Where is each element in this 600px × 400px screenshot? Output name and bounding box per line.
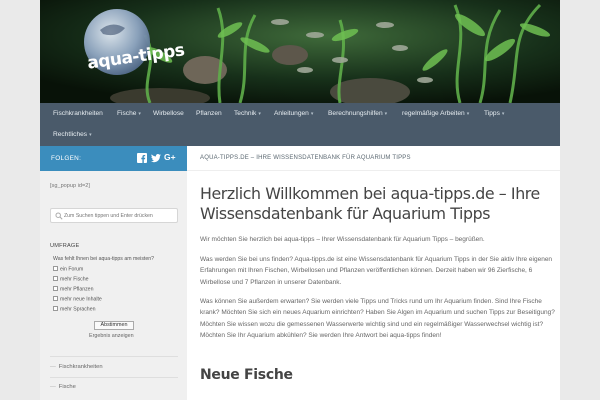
chevron-down-icon: ▾: [466, 111, 470, 117]
poll-option[interactable]: mehr Fische: [53, 276, 89, 283]
chevron-down-icon: ▾: [384, 111, 388, 117]
intro-paragraph: Wir möchten Sie herzlich bei aqua-tipps …: [200, 236, 485, 243]
poll-option[interactable]: mehr Sprachen: [53, 306, 95, 313]
page-title: Herzlich Willkommen bei aqua-tipps.de – …: [200, 184, 540, 223]
page: aqua-tipps Fischkrankheiten Fische ▾ Wirb…: [40, 0, 560, 400]
poll-option[interactable]: mehr Pflanzen: [53, 286, 93, 293]
poll-option[interactable]: mehr neue Inhalte: [53, 296, 102, 303]
nav-item-fischkrankheiten[interactable]: Fischkrankheiten: [53, 110, 103, 117]
nav-item-rechtliches[interactable]: Rechtliches ▾: [53, 131, 92, 138]
poll-option[interactable]: ein Forum: [53, 266, 83, 273]
breadcrumb-text: AQUA-TIPPS.DE – IHRE WISSENSDATENBANK FÜ…: [200, 155, 411, 161]
sidebar-link-fischkrankheiten[interactable]: — Fischkrankheiten: [50, 364, 103, 370]
nav-item-technik[interactable]: Technik ▾: [234, 110, 261, 117]
divider: [50, 356, 178, 357]
section-heading: Neue Fische: [200, 367, 293, 383]
chevron-down-icon: ▾: [310, 111, 314, 117]
chevron-down-icon: ▾: [138, 111, 141, 117]
nav-item-tipps[interactable]: Tipps ▾: [484, 110, 504, 117]
vote-button[interactable]: Abstimmen: [94, 321, 134, 330]
checkbox[interactable]: [53, 276, 58, 281]
nav-item-pflanzen[interactable]: Pflanzen: [196, 110, 222, 117]
main-navigation: Fischkrankheiten Fische ▾ Wirbellose Pfla…: [40, 103, 560, 146]
nav-item-berechnungshilfen[interactable]: Berechnungshilfen ▾: [328, 110, 387, 117]
search-box[interactable]: [50, 208, 178, 223]
twitter-icon[interactable]: [151, 153, 161, 163]
search-input[interactable]: [64, 211, 176, 221]
sidebar: FOLGEN: G+ [sg_popup id=2] UMFRAGE Was f…: [40, 146, 187, 400]
checkbox[interactable]: [53, 266, 58, 271]
poll-title: UMFRAGE: [50, 243, 80, 249]
follow-label: FOLGEN:: [51, 155, 82, 162]
poll-question: Was fehlt Ihnen bei aqua-tipps am meiste…: [53, 256, 155, 262]
expectations-paragraph: Was können Sie außerdem erwarten? Sie we…: [200, 298, 555, 339]
view-results-link[interactable]: Ergebnis anzeigen: [89, 333, 134, 339]
follow-bar: FOLGEN: G+: [40, 146, 187, 171]
breadcrumb: AQUA-TIPPS.DE – IHRE WISSENSDATENBANK FÜ…: [187, 146, 560, 171]
checkbox[interactable]: [53, 296, 58, 301]
nav-item-regelmaessige-arbeiten[interactable]: regelmäßige Arbeiten ▾: [402, 110, 469, 117]
chevron-down-icon: ▾: [258, 111, 261, 117]
sidebar-link-fische[interactable]: — Fische: [50, 384, 76, 390]
popup-shortcode-text: [sg_popup id=2]: [50, 183, 90, 189]
main-content: AQUA-TIPPS.DE – IHRE WISSENSDATENBANK FÜ…: [187, 146, 560, 400]
facebook-icon[interactable]: [137, 153, 147, 163]
header-banner: aqua-tipps: [40, 0, 560, 103]
chevron-down-icon: ▾: [89, 132, 92, 138]
nav-item-wirbellose[interactable]: Wirbellose: [153, 110, 184, 117]
info-paragraph: Was werden Sie bei uns finden? Aqua-tipp…: [200, 256, 553, 286]
checkbox[interactable]: [53, 306, 58, 311]
divider: [50, 377, 178, 378]
nav-item-fische[interactable]: Fische ▾: [117, 110, 141, 117]
nav-item-anleitungen[interactable]: Anleitungen ▾: [274, 110, 313, 117]
chevron-down-icon: ▾: [501, 111, 505, 117]
checkbox[interactable]: [53, 286, 58, 291]
google-plus-icon[interactable]: G+: [164, 152, 180, 162]
search-icon: [55, 212, 63, 220]
